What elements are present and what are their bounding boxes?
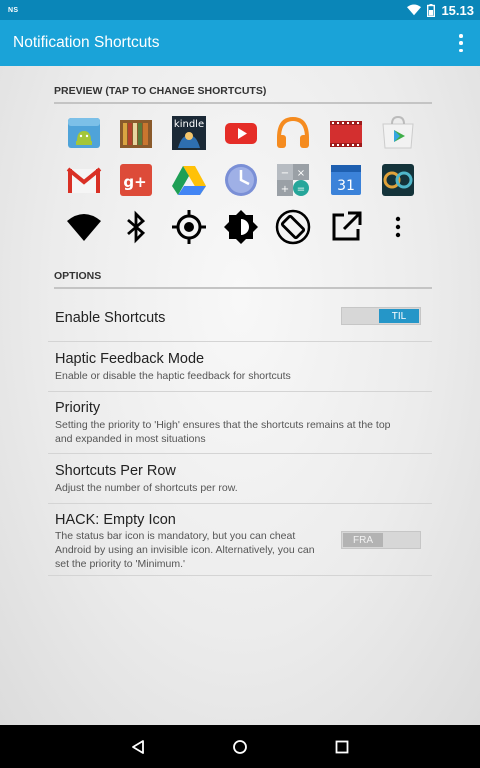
wifi-icon[interactable] — [58, 208, 110, 255]
kindle-app-icon[interactable]: kindle — [163, 114, 215, 161]
clock-text: 15.13 — [441, 2, 474, 18]
drive-app-icon[interactable] — [163, 161, 215, 208]
priority-title: Priority — [55, 400, 101, 416]
shortcut-row: g+ − × + = 31 — [58, 161, 424, 208]
enable-shortcuts-title: Enable Shortcuts — [55, 310, 166, 326]
brightness-icon[interactable] — [215, 208, 267, 255]
music-app-icon[interactable] — [267, 114, 319, 161]
shortcuts-per-row-summary: Adjust the number of shortcuts per row. — [55, 482, 238, 494]
google-plus-app-icon[interactable]: g+ — [110, 161, 162, 208]
movies-app-icon[interactable] — [319, 114, 371, 161]
books-app-icon[interactable] — [110, 114, 162, 161]
toggle-on-label: TIL — [379, 309, 419, 323]
haptic-feedback-title: Haptic Feedback Mode — [55, 351, 205, 367]
shortcuts-per-row-row[interactable]: Shortcuts Per Row Adjust the number of s… — [48, 454, 432, 504]
open-external-icon[interactable] — [319, 208, 371, 255]
shortcut-row: kindle — [58, 114, 424, 161]
priority-row[interactable]: Priority Setting the priority to 'High' … — [48, 392, 432, 454]
location-icon[interactable] — [163, 208, 215, 255]
action-bar: Notification Shortcuts — [0, 20, 480, 66]
hack-empty-icon-toggle[interactable]: FRA — [341, 531, 421, 549]
preview-header: PREVIEW (TAP TO CHANGE SHORTCUTS) — [54, 85, 432, 104]
play-store-icon[interactable] — [372, 114, 424, 161]
hack-empty-icon-title: HACK: Empty Icon — [55, 512, 176, 528]
wifi-status-icon — [407, 4, 422, 16]
haptic-feedback-summary: Enable or disable the haptic feedback fo… — [55, 370, 291, 382]
toggle-off-label: FRA — [343, 533, 383, 547]
shortcuts-per-row-title: Shortcuts Per Row — [55, 463, 176, 479]
youtube-app-icon[interactable] — [215, 114, 267, 161]
app-title: Notification Shortcuts — [13, 34, 160, 51]
game-app-icon[interactable] — [372, 161, 424, 208]
recents-icon[interactable] — [312, 725, 372, 768]
more-icon[interactable] — [372, 208, 424, 255]
battery-icon — [427, 3, 436, 17]
svg-text:−: − — [281, 168, 289, 179]
android-app-icon[interactable] — [58, 114, 110, 161]
gmail-app-icon[interactable] — [58, 161, 110, 208]
home-icon[interactable] — [210, 725, 270, 768]
rotation-icon[interactable] — [267, 208, 319, 255]
calculator-app-icon[interactable]: − × + = — [267, 161, 319, 208]
options-header: OPTIONS — [54, 270, 432, 289]
calendar-label: 31 — [337, 178, 355, 194]
settings-content: PREVIEW (TAP TO CHANGE SHORTCUTS) kindle — [0, 66, 480, 725]
status-notification-text: NS — [8, 6, 19, 14]
enable-shortcuts-toggle[interactable]: TIL — [341, 307, 421, 325]
svg-text:×: × — [297, 168, 305, 179]
shortcut-preview-grid: kindle g+ − × + = 31 — [58, 114, 424, 255]
hack-empty-icon-summary: The status bar icon is mandatory, but yo… — [55, 530, 315, 570]
hack-empty-icon-row[interactable]: HACK: Empty Icon The status bar icon is … — [48, 504, 432, 576]
svg-text:=: = — [297, 184, 305, 195]
calendar-app-icon[interactable]: 31 — [319, 161, 371, 208]
kindle-label: kindle — [174, 119, 204, 130]
bluetooth-icon[interactable] — [110, 208, 162, 255]
svg-text:+: + — [281, 184, 289, 195]
enable-shortcuts-row[interactable]: Enable Shortcuts TIL — [48, 295, 432, 342]
haptic-feedback-row[interactable]: Haptic Feedback Mode Enable or disable t… — [48, 342, 432, 392]
status-bar: NS 15.13 — [0, 0, 480, 20]
clock-app-icon[interactable] — [215, 161, 267, 208]
overflow-menu-icon[interactable] — [456, 34, 466, 52]
svg-text:g+: g+ — [124, 173, 147, 191]
shortcut-row — [58, 208, 424, 255]
priority-summary: Setting the priority to 'High' ensures t… — [55, 419, 391, 445]
back-icon[interactable] — [108, 725, 168, 768]
navigation-bar — [0, 725, 480, 768]
